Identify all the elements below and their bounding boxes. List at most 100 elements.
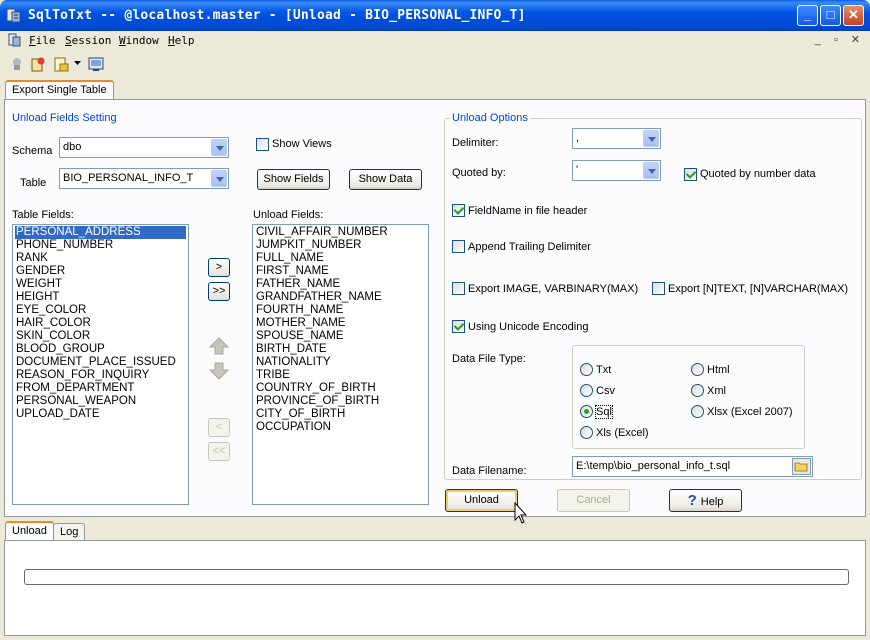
list-item[interactable]: NATIONALITY [255,356,426,369]
connect-icon[interactable] [9,56,25,72]
move-left-button[interactable]: < [208,418,230,437]
schema-select[interactable]: dbo [59,137,229,158]
dropdown-arrow-icon[interactable] [74,61,81,66]
list-item[interactable]: FOURTH_NAME [255,304,426,317]
list-item[interactable]: HEIGHT [15,291,186,304]
list-item[interactable]: FULL_NAME [255,252,426,265]
radio-txt-label: Txt [596,364,612,376]
table-fields-list[interactable]: PERSONAL_ADDRESS PHONE_NUMBER RANK GENDER WE… [12,224,189,505]
radio-sql[interactable] [580,405,593,418]
chevron-down-icon[interactable] [211,170,227,187]
new-session-icon[interactable] [30,56,46,72]
list-item[interactable]: WEIGHT [15,278,186,291]
list-item[interactable]: SPOUSE_NAME [255,330,426,343]
schema-label: Schema [12,145,53,157]
unicode-checkbox[interactable] [452,320,465,333]
list-item[interactable]: UPLOAD_DATE [15,408,186,421]
list-item[interactable]: PHONE_NUMBER [15,239,186,252]
tab-log[interactable]: Log [53,523,86,541]
menu-bar: File Session Window Help _ ▫ ✕ [4,31,866,51]
folder-icon[interactable] [792,458,811,475]
open-session-icon[interactable] [53,56,69,72]
move-right-button[interactable]: > [208,258,230,277]
list-item[interactable]: GENDER [15,265,186,278]
radio-html[interactable] [691,363,704,376]
unicode-label: Using Unicode Encoding [468,321,589,333]
console-icon[interactable] [88,56,104,72]
move-down-icon[interactable] [208,361,230,381]
list-item[interactable]: CIVIL_AFFAIR_NUMBER [255,226,426,239]
mdi-minimize-button[interactable]: _ [815,34,821,46]
title-bar[interactable]: SqlToTxt -- @localhost.master - [Unload … [0,0,870,31]
menu-help[interactable]: Help [168,34,195,47]
toolbar [4,52,866,76]
list-item[interactable]: JUMPKIT_NUMBER [255,239,426,252]
unload-fields-label: Unload Fields: [253,209,324,221]
list-item[interactable]: GRANDFATHER_NAME [255,291,426,304]
show-fields-button[interactable]: Show Fields [257,169,330,190]
quoted-by-select[interactable]: ' [572,160,661,181]
radio-txt[interactable] [580,363,593,376]
menu-file[interactable]: File [29,34,56,47]
list-item[interactable]: BIRTH_DATE [255,343,426,356]
minimize-button[interactable]: _ [797,5,818,26]
list-item[interactable]: CITY_OF_BIRTH [255,408,426,421]
chevron-down-icon[interactable] [211,139,227,156]
unload-options-title: Unload Options [450,112,530,124]
list-item[interactable]: REASON_FOR_INQUIRY [15,369,186,382]
chevron-down-icon[interactable] [643,162,659,179]
list-item[interactable]: EYE_COLOR [15,304,186,317]
list-item[interactable]: RANK [15,252,186,265]
export-image-label: Export IMAGE, VARBINARY(MAX) [468,283,639,295]
menu-session[interactable]: Session [65,34,111,47]
append-trailing-checkbox[interactable] [452,240,465,253]
radio-xml[interactable] [691,384,704,397]
radio-csv[interactable] [580,384,593,397]
tab-export-single-table[interactable]: Export Single Table [5,80,114,100]
list-item[interactable]: MOTHER_NAME [255,317,426,330]
list-item[interactable]: BLOOD_GROUP [15,343,186,356]
list-item[interactable]: PERSONAL_ADDRESS [15,226,186,239]
tab-unload[interactable]: Unload [5,521,54,541]
list-item[interactable]: HAIR_COLOR [15,317,186,330]
list-item[interactable]: FROM_DEPARTMENT [15,382,186,395]
quoted-by-number-checkbox[interactable] [684,168,697,181]
help-button[interactable]: ? Help [669,489,742,512]
list-item[interactable]: FATHER_NAME [255,278,426,291]
unload-fields-list[interactable]: CIVIL_AFFAIR_NUMBER JUMPKIT_NUMBER FULL_NA… [252,224,429,505]
list-item[interactable]: FIRST_NAME [255,265,426,278]
mdi-restore-button[interactable]: ▫ [834,34,838,46]
move-all-left-button[interactable]: << [208,442,230,461]
show-views-checkbox[interactable] [256,138,269,151]
cancel-button[interactable]: Cancel [557,489,630,512]
radio-xls[interactable] [580,426,593,439]
export-ntext-checkbox[interactable] [652,282,665,295]
show-data-button[interactable]: Show Data [349,169,422,190]
move-up-icon[interactable] [208,336,230,356]
quoted-by-label: Quoted by: [452,167,506,179]
maximize-button[interactable]: □ [820,5,841,26]
move-all-right-button[interactable]: >> [208,282,230,301]
list-item[interactable]: PERSONAL_WEAPON [15,395,186,408]
fieldname-header-checkbox[interactable] [452,204,465,217]
list-item[interactable]: DOCUMENT_PLACE_ISSUED [15,356,186,369]
list-item[interactable]: TRIBE [255,369,426,382]
unload-button[interactable]: Unload [445,489,518,512]
radio-sql-label: Sql [595,405,613,419]
mdi-controls: _ ▫ ✕ [815,33,860,46]
delimiter-select[interactable]: , [572,128,661,149]
export-image-checkbox[interactable] [452,282,465,295]
list-item[interactable]: COUNTRY_OF_BIRTH [255,382,426,395]
menu-window[interactable]: Window [119,34,159,47]
data-filename-input[interactable]: E:\temp\bio_personal_info_t.sql [572,456,813,477]
chevron-down-icon[interactable] [643,130,659,147]
close-button[interactable]: ✕ [843,5,864,26]
list-item[interactable]: OCCUPATION [255,421,426,434]
list-item[interactable]: SKIN_COLOR [15,330,186,343]
mdi-close-button[interactable]: ✕ [851,34,860,46]
list-item[interactable]: PROVINCE_OF_BIRTH [255,395,426,408]
table-select[interactable]: BIO_PERSONAL_INFO_T [59,168,229,189]
radio-xlsx[interactable] [691,405,704,418]
fieldname-header-label: FieldName in file header [468,205,588,217]
radio-xlsx-label: Xlsx (Excel 2007) [707,406,793,418]
